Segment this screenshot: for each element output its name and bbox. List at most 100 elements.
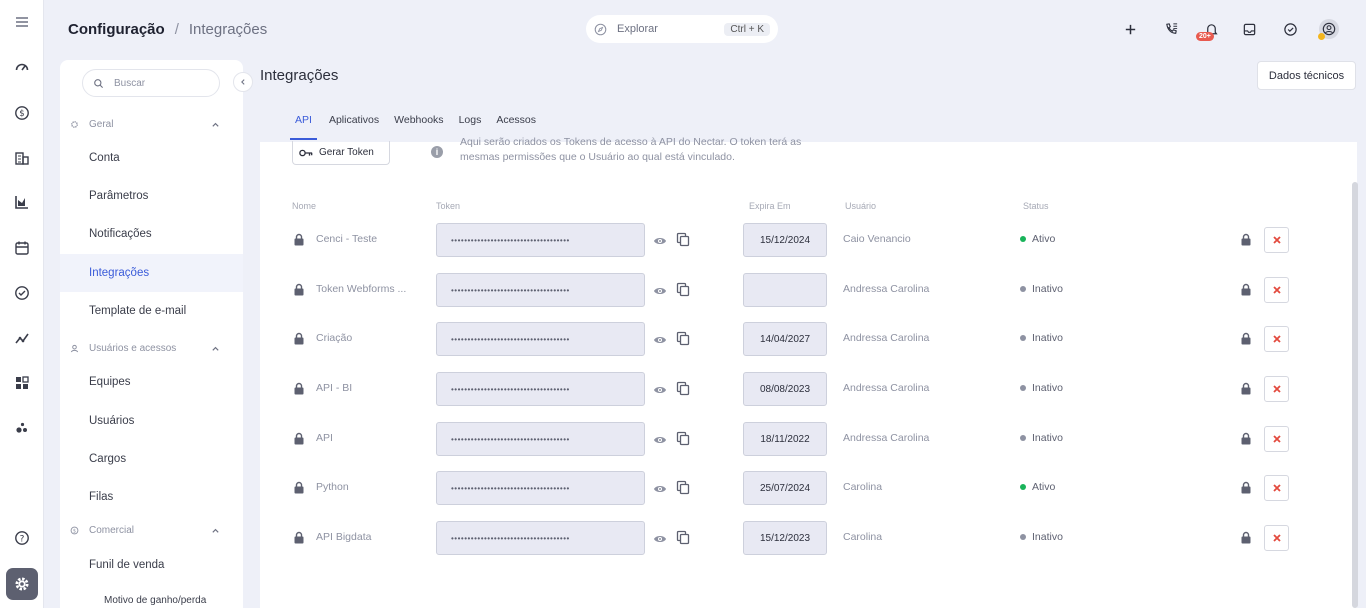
eye-icon[interactable] (653, 284, 667, 296)
copy-icon[interactable] (676, 480, 690, 495)
copy-icon[interactable] (676, 331, 690, 346)
collapse-sidebar-button[interactable] (233, 72, 253, 92)
settings-icon[interactable] (6, 568, 38, 600)
expiry-date-field[interactable]: 14/04/2027 (743, 322, 827, 356)
sidebar-item-motivo[interactable]: Motivo de ganho/perda (60, 581, 243, 608)
token-field[interactable]: •••••••••••••••••••••••••••••••••••• (436, 372, 645, 406)
delete-token-button[interactable] (1264, 426, 1289, 452)
icon-rail: $ ? (0, 0, 44, 608)
menu-icon[interactable] (12, 12, 32, 32)
apps-icon[interactable] (12, 373, 32, 393)
expiry-date-field[interactable]: 15/12/2023 (743, 521, 827, 555)
token-user: Andressa Carolina (843, 432, 930, 444)
calendar-icon[interactable] (12, 238, 32, 258)
expiry-date-field[interactable] (743, 273, 827, 307)
sidebar-item-funil-venda[interactable]: Funil de venda (60, 546, 243, 584)
section-geral[interactable]: Geral (70, 116, 230, 132)
copy-icon[interactable] (676, 530, 690, 545)
tab-aplicativos[interactable]: Aplicativos (322, 108, 386, 140)
status-dot (1020, 385, 1026, 391)
token-name: Python (316, 481, 349, 493)
lock-icon[interactable] (1240, 432, 1252, 445)
expiry-date-field[interactable]: 15/12/2024 (743, 223, 827, 257)
trend-icon[interactable] (12, 328, 32, 348)
expiry-date-field[interactable]: 08/08/2023 (743, 372, 827, 406)
building-icon[interactable] (12, 148, 32, 168)
sidebar-item-parametros[interactable]: Parâmetros (60, 177, 243, 215)
status-dot (1020, 236, 1026, 242)
copy-icon[interactable] (676, 232, 690, 247)
eye-icon[interactable] (653, 383, 667, 395)
token-field[interactable]: •••••••••••••••••••••••••••••••••••• (436, 322, 645, 356)
delete-token-button[interactable] (1264, 475, 1289, 501)
eye-icon[interactable] (653, 333, 667, 345)
sidebar-search-input[interactable]: Buscar (82, 69, 220, 97)
column-header-expira: Expira Em (749, 201, 791, 211)
section-comercial[interactable]: $ Comercial (70, 522, 230, 538)
help-icon[interactable]: ? (12, 528, 32, 548)
lock-icon[interactable] (1240, 481, 1252, 494)
eye-icon[interactable] (653, 482, 667, 494)
add-icon[interactable] (1121, 20, 1139, 38)
token-field[interactable]: •••••••••••••••••••••••••••••••••••• (436, 471, 645, 505)
check-circle-icon[interactable] (12, 283, 32, 303)
expiry-date-field[interactable]: 18/11/2022 (743, 422, 827, 456)
chart-icon[interactable] (12, 192, 32, 212)
tab-webhooks[interactable]: Webhooks (387, 108, 450, 140)
delete-token-button[interactable] (1264, 227, 1289, 253)
delete-token-button[interactable] (1264, 326, 1289, 352)
copy-icon[interactable] (676, 381, 690, 396)
lock-icon[interactable] (1240, 531, 1252, 544)
token-field[interactable]: •••••••••••••••••••••••••••••••••••• (436, 223, 645, 257)
phone-icon[interactable] (1162, 20, 1180, 38)
sidebar-item-notificacoes[interactable]: Notificações (60, 215, 243, 253)
task-check-icon[interactable] (1281, 20, 1299, 38)
dots-icon[interactable] (12, 418, 32, 438)
explore-placeholder: Explorar (617, 23, 658, 35)
lock-icon[interactable] (1240, 233, 1252, 246)
tab-api[interactable]: API (288, 108, 319, 140)
explore-search[interactable]: Explorar Ctrl + K (586, 15, 778, 43)
svg-text:?: ? (20, 535, 25, 545)
eye-icon[interactable] (653, 234, 667, 246)
delete-token-button[interactable] (1264, 525, 1289, 551)
dollar-icon: $ (70, 526, 79, 534)
status-dot (1020, 286, 1026, 292)
token-user: Caio Venancio (843, 233, 911, 245)
sidebar-item-usuarios[interactable]: Usuários (60, 402, 243, 440)
dados-tecnicos-button[interactable]: Dados técnicos (1257, 61, 1356, 90)
copy-icon[interactable] (676, 431, 690, 446)
lock-icon[interactable] (1240, 332, 1252, 345)
sidebar-item-integracoes[interactable]: Integrações (60, 254, 243, 292)
token-field[interactable]: •••••••••••••••••••••••••••••••••••• (436, 273, 645, 307)
token-field[interactable]: •••••••••••••••••••••••••••••••••••• (436, 422, 645, 456)
lock-icon[interactable] (1240, 283, 1252, 296)
scrollbar[interactable] (1352, 182, 1358, 608)
dollar-icon[interactable]: $ (12, 103, 32, 123)
sidebar-item-cargos[interactable]: Cargos (60, 440, 243, 478)
sidebar-item-template-email[interactable]: Template de e-mail (60, 292, 243, 330)
sidebar-item-filas[interactable]: Filas (60, 478, 243, 516)
copy-icon[interactable] (676, 282, 690, 297)
status-dot (1020, 435, 1026, 441)
inbox-icon[interactable] (1240, 20, 1258, 38)
lock-icon[interactable] (1240, 382, 1252, 395)
dashboard-icon[interactable] (12, 57, 32, 77)
token-field[interactable]: •••••••••••••••••••••••••••••••••••• (436, 521, 645, 555)
token-name: API Bigdata (316, 531, 372, 543)
status-badge: Ativo (1020, 233, 1055, 245)
breadcrumb-root[interactable]: Configuração (68, 21, 165, 38)
section-usuarios[interactable]: Usuários e acessos (70, 340, 230, 356)
expiry-date-field[interactable]: 25/07/2024 (743, 471, 827, 505)
eye-icon[interactable] (653, 433, 667, 445)
sidebar-item-equipes[interactable]: Equipes (60, 363, 243, 401)
compass-icon (594, 23, 607, 35)
avatar[interactable] (1318, 19, 1339, 40)
delete-token-button[interactable] (1264, 277, 1289, 303)
delete-token-button[interactable] (1264, 376, 1289, 402)
generate-token-button[interactable]: Gerar Token (292, 141, 390, 165)
status-label: Inativo (1032, 283, 1063, 295)
sidebar-item-conta[interactable]: Conta (60, 139, 243, 177)
token-user: Carolina (843, 481, 883, 493)
eye-icon[interactable] (653, 532, 667, 544)
